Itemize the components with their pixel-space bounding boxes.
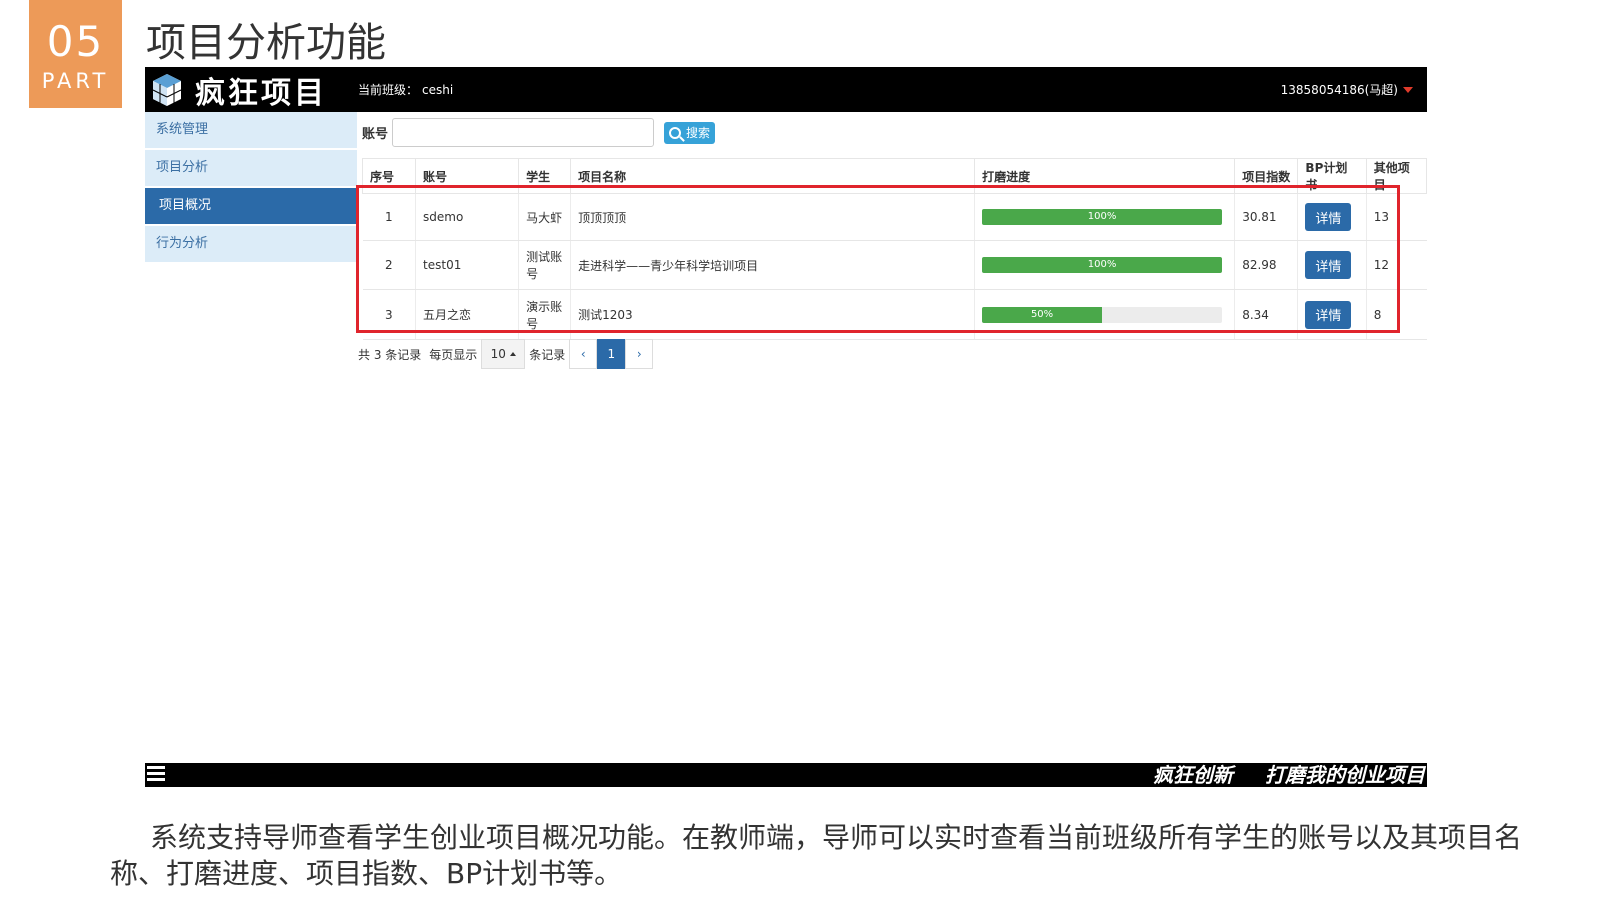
sidebar-item-behavior-analysis[interactable]: 行为分析 — [145, 226, 357, 264]
cell-project: 走进科学——青少年科学培训项目 — [570, 240, 975, 290]
cell-project: 顶顶顶顶 — [570, 193, 975, 241]
search-icon — [669, 126, 682, 139]
cell-account: test01 — [415, 240, 519, 290]
project-table: 序号 账号 学生 项目名称 打磨进度 项目指数 BP计划书 其他项目 1 sde… — [361, 158, 1428, 340]
brand-name: 疯狂项目 — [195, 76, 327, 111]
part-badge: 05 PART — [29, 0, 122, 108]
current-class: 当前班级： ceshi — [358, 81, 453, 98]
bp-detail-button[interactable]: 详情 — [1305, 251, 1352, 279]
page-size-value: 10 — [490, 347, 506, 361]
search-button-label: 搜索 — [686, 126, 711, 140]
cell-progress: 100% — [974, 193, 1235, 241]
cell-bp: 详情 — [1297, 289, 1367, 340]
table-row: 1 sdemo 马大虾 顶顶顶顶 100% 30.81 详情 13 — [362, 193, 1427, 241]
progress-fill: 100% — [982, 257, 1223, 273]
cell-index: 30.81 — [1234, 193, 1298, 241]
header-student[interactable]: 学生 — [518, 158, 572, 194]
pagination: 共 3 条记录 每页显示 10 条记录 ‹ 1 › — [358, 339, 654, 369]
sidebar-item-project-analysis[interactable]: 项目分析 — [145, 150, 357, 188]
cell-student: 演示账号 — [518, 289, 571, 340]
current-class-value: ceshi — [422, 83, 454, 97]
slogan: 疯狂创新 打磨我的创业项目 — [1153, 763, 1425, 787]
header-progress[interactable]: 打磨进度 — [974, 158, 1236, 194]
cell-progress: 100% — [974, 240, 1235, 290]
table-row: 3 五月之恋 演示账号 测试1203 50% 8.34 详情 8 — [362, 289, 1427, 340]
cell-index: 82.98 — [1234, 240, 1298, 290]
prev-page-button[interactable]: ‹ — [569, 339, 598, 369]
cube-logo-icon — [152, 74, 182, 106]
cell-account: 五月之恋 — [415, 289, 519, 340]
cell-no: 3 — [362, 289, 416, 340]
brand-logo[interactable]: 疯狂项目 — [149, 71, 327, 111]
cell-student: 马大虾 — [518, 193, 571, 241]
cell-no: 1 — [362, 193, 416, 241]
cell-index: 8.34 — [1234, 289, 1298, 340]
header-project[interactable]: 项目名称 — [570, 158, 976, 194]
account-label: 账号 — [362, 127, 389, 142]
page-size-select[interactable]: 10 — [481, 339, 526, 369]
records-suffix: 条记录 — [529, 347, 566, 362]
cell-no: 2 — [362, 240, 416, 290]
caret-up-icon — [509, 352, 516, 356]
slogan-2: 打磨我的创业项目 — [1265, 763, 1425, 787]
search-bar: 账号 搜索 — [362, 118, 716, 147]
slogan-1: 疯狂创新 — [1153, 763, 1233, 787]
part-number: 05 — [46, 17, 105, 66]
footer-banner: 疯狂创新 打磨我的创业项目 — [145, 763, 1427, 787]
header-other[interactable]: 其他项目 — [1365, 158, 1428, 194]
user-name: 13858054186(马超) — [1280, 83, 1398, 97]
sidebar-item-system-management[interactable]: 系统管理 — [145, 112, 357, 150]
search-button[interactable]: 搜索 — [664, 121, 716, 144]
cell-project: 测试1203 — [570, 289, 975, 340]
app-window: 疯狂项目 当前班级： ceshi 13858054186(马超) 系统管理 项目分… — [145, 67, 1428, 369]
cell-account: sdemo — [415, 193, 519, 241]
progress-bar: 50% — [982, 306, 1223, 323]
caret-down-icon — [1403, 86, 1413, 93]
cell-other: 12 — [1365, 240, 1427, 290]
total-records: 共 3 条记录 — [358, 347, 422, 362]
sidebar: 系统管理 项目分析 项目概况 行为分析 — [145, 112, 357, 264]
slide-description: 系统支持导师查看学生创业项目概况功能。在教师端，导师可以实时查看当前班级所有学生… — [110, 821, 1523, 890]
bp-detail-button[interactable]: 详情 — [1305, 203, 1352, 231]
account-search-input[interactable] — [392, 118, 655, 147]
user-menu[interactable]: 13858054186(马超) — [1281, 81, 1413, 98]
sidebar-item-project-overview[interactable]: 项目概况 — [145, 188, 357, 226]
cell-other: 8 — [1365, 289, 1427, 340]
cell-progress: 50% — [974, 289, 1235, 340]
table-header-row: 序号 账号 学生 项目名称 打磨进度 项目指数 BP计划书 其他项目 — [361, 158, 1428, 194]
bp-detail-button[interactable]: 详情 — [1305, 300, 1352, 329]
menu-icon[interactable] — [147, 766, 165, 784]
part-label: PART — [41, 69, 110, 93]
progress-bar: 100% — [982, 257, 1223, 273]
per-page-label: 每页显示 — [429, 347, 478, 362]
cell-bp: 详情 — [1297, 240, 1367, 290]
progress-fill: 50% — [982, 306, 1103, 323]
header-index[interactable]: 项目指数 — [1234, 158, 1299, 194]
current-class-label: 当前班级： — [358, 83, 419, 97]
cell-student: 测试账号 — [518, 240, 571, 290]
header-no[interactable]: 序号 — [361, 158, 417, 194]
next-page-button[interactable]: › — [625, 339, 654, 369]
table-row: 2 test01 测试账号 走进科学——青少年科学培训项目 100% 82.98… — [362, 240, 1427, 290]
progress-bar: 100% — [982, 209, 1223, 225]
slide-title: 项目分析功能 — [146, 20, 386, 66]
header-account[interactable]: 账号 — [415, 158, 520, 194]
cell-other: 13 — [1365, 193, 1427, 241]
header-bp[interactable]: BP计划书 — [1297, 158, 1367, 194]
cell-bp: 详情 — [1297, 193, 1367, 241]
page-button-1[interactable]: 1 — [597, 339, 626, 369]
top-bar: 疯狂项目 当前班级： ceshi 13858054186(马超) — [145, 67, 1427, 112]
progress-fill: 100% — [982, 209, 1223, 225]
